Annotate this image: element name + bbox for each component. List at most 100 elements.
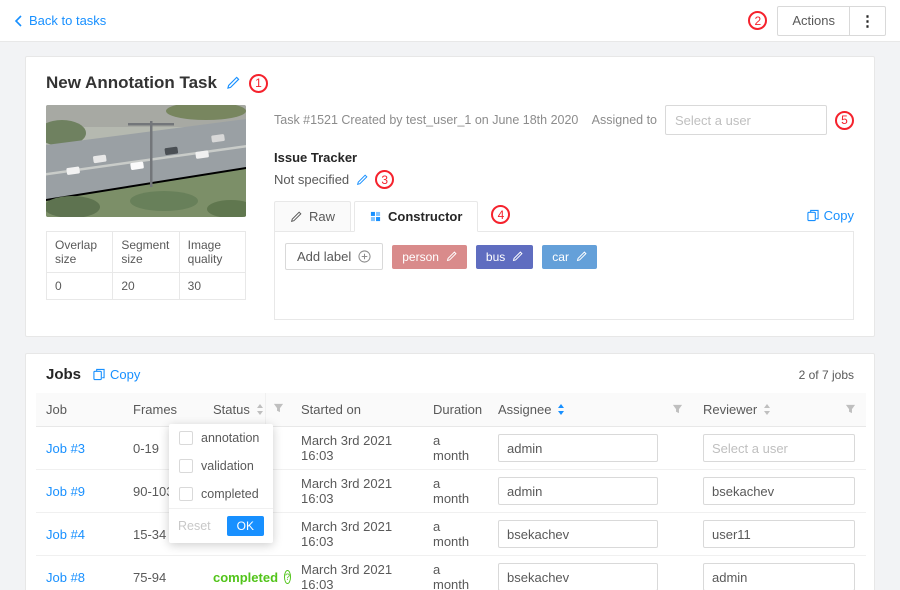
checkbox-completed[interactable]: [179, 487, 193, 501]
copy-labels-link[interactable]: Copy: [807, 208, 854, 231]
column-assignee-label: Assignee: [498, 402, 551, 417]
duration-cell: a month: [423, 556, 488, 590]
copy-icon: [93, 368, 105, 381]
issue-tracker-title: Issue Tracker: [274, 150, 854, 165]
duration-cell: a month: [423, 470, 488, 513]
annotation-badge-3: 3: [375, 170, 394, 189]
labels-constructor-panel: Add label person: [274, 232, 854, 320]
param-value-quality: 30: [179, 273, 245, 300]
jobs-header: Jobs Copy 2 of 7 jobs: [36, 366, 864, 393]
column-status-label: Status: [213, 402, 250, 417]
column-reviewer-label: Reviewer: [703, 402, 757, 417]
jobs-card: Jobs Copy 2 of 7 jobs Job Fram: [25, 353, 875, 590]
assignee-input[interactable]: [498, 434, 658, 462]
checkbox-validation[interactable]: [179, 459, 193, 473]
job-row: Job #3 0-19 March 3rd 2021 16:03 a month: [36, 427, 866, 470]
copy-icon: [807, 209, 819, 222]
more-menu-icon[interactable]: ⋮: [850, 12, 885, 30]
annotation-badge-5: 5: [835, 111, 854, 130]
column-duration: Duration: [423, 393, 488, 427]
issue-tracker-block: Issue Tracker Not specified 3: [274, 150, 854, 189]
plus-circle-icon: [358, 250, 371, 263]
back-to-tasks-link[interactable]: Back to tasks: [14, 13, 106, 28]
issue-tracker-value-row: Not specified 3: [274, 170, 854, 189]
reviewer-input[interactable]: [703, 477, 855, 505]
filter-option-validation-label: validation: [201, 459, 254, 473]
assigned-to-group: Assigned to 5: [592, 105, 854, 135]
filter-option-annotation[interactable]: annotation: [169, 424, 273, 452]
task-title: New Annotation Task: [46, 73, 217, 93]
content: New Annotation Task 1: [0, 42, 900, 590]
task-right-column: Task #1521 Created by test_user_1 on Jun…: [274, 105, 854, 320]
label-chip-person[interactable]: person: [392, 245, 467, 269]
reviewer-input[interactable]: [703, 520, 855, 548]
frames-cell: 75-94: [123, 556, 203, 590]
assignee-select[interactable]: [665, 105, 827, 135]
reviewer-sort-icon[interactable]: [764, 404, 770, 415]
issue-tracker-value: Not specified: [274, 172, 349, 187]
actions-label[interactable]: Actions: [778, 7, 850, 35]
actions-button[interactable]: Actions ⋮: [777, 6, 886, 36]
job-link[interactable]: Job #9: [46, 484, 85, 499]
job-row: Job #8 75-94 completed ? March 3rd 2021 …: [36, 556, 866, 590]
constructor-blocks-icon: [370, 211, 381, 222]
started-cell: March 3rd 2021 16:03: [291, 513, 423, 556]
copy-jobs-link[interactable]: Copy: [93, 367, 140, 382]
jobs-title: Jobs: [46, 366, 81, 383]
filter-reset-button[interactable]: Reset: [178, 519, 211, 533]
filter-ok-button[interactable]: OK: [227, 516, 264, 536]
jobs-table-header-row: Job Frames Status: [36, 393, 866, 427]
column-frames: Frames: [123, 393, 203, 427]
filter-option-completed[interactable]: completed: [169, 480, 273, 508]
edit-label-person-icon[interactable]: [446, 251, 457, 262]
chevron-left-icon: [14, 15, 22, 27]
assignee-sort-icon[interactable]: [558, 404, 564, 415]
reviewer-input[interactable]: [703, 563, 855, 590]
annotation-badge-1: 1: [249, 74, 268, 93]
status-filter-icon[interactable]: [273, 403, 284, 414]
job-link[interactable]: Job #3: [46, 441, 85, 456]
started-cell: March 3rd 2021 16:03: [291, 470, 423, 513]
param-header-segment: Segment size: [113, 232, 179, 273]
tab-constructor-label: Constructor: [388, 209, 462, 224]
label-chip-car[interactable]: car: [542, 245, 597, 269]
pencil-icon: [290, 211, 302, 223]
tab-raw-label: Raw: [309, 209, 335, 224]
column-assignee[interactable]: Assignee: [488, 393, 693, 427]
column-status[interactable]: Status: [203, 393, 265, 427]
assignee-input[interactable]: [498, 520, 658, 548]
filter-option-annotation-label: annotation: [201, 431, 259, 445]
param-value-overlap: 0: [47, 273, 113, 300]
param-header-overlap: Overlap size: [47, 232, 113, 273]
topbar-right: 2 Actions ⋮: [748, 6, 886, 36]
column-reviewer[interactable]: Reviewer: [693, 393, 866, 427]
checkbox-annotation[interactable]: [179, 431, 193, 445]
status-filter-cell[interactable]: [265, 393, 291, 427]
reviewer-input[interactable]: [703, 434, 855, 462]
topbar: Back to tasks 2 Actions ⋮: [0, 0, 900, 42]
status-cell: completed ?: [203, 556, 291, 590]
question-circle-icon[interactable]: ?: [284, 570, 291, 584]
edit-issue-tracker-icon[interactable]: [356, 174, 368, 186]
tab-constructor[interactable]: Constructor: [354, 201, 478, 232]
filter-option-validation[interactable]: validation: [169, 452, 273, 480]
add-label-text: Add label: [297, 249, 351, 264]
reviewer-filter-icon[interactable]: [845, 404, 856, 415]
assignee-input[interactable]: [498, 477, 658, 505]
job-link[interactable]: Job #4: [46, 527, 85, 542]
status-sort-icon[interactable]: [257, 404, 263, 415]
edit-title-icon[interactable]: [226, 76, 240, 90]
label-chip-bus[interactable]: bus: [476, 245, 533, 269]
task-preview-image: [46, 105, 246, 217]
assignee-input[interactable]: [498, 563, 658, 590]
annotation-badge-2: 2: [748, 11, 767, 30]
edit-label-car-icon[interactable]: [576, 251, 587, 262]
started-cell: March 3rd 2021 16:03: [291, 427, 423, 470]
jobs-table: Job Frames Status: [36, 393, 866, 590]
tab-raw[interactable]: Raw: [274, 201, 351, 232]
edit-label-bus-icon[interactable]: [512, 251, 523, 262]
job-row: Job #4 15-34 March 3rd 2021 16:03 a mont…: [36, 513, 866, 556]
job-link[interactable]: Job #8: [46, 570, 85, 585]
add-label-button[interactable]: Add label: [285, 243, 383, 270]
assignee-filter-icon[interactable]: [672, 404, 683, 415]
